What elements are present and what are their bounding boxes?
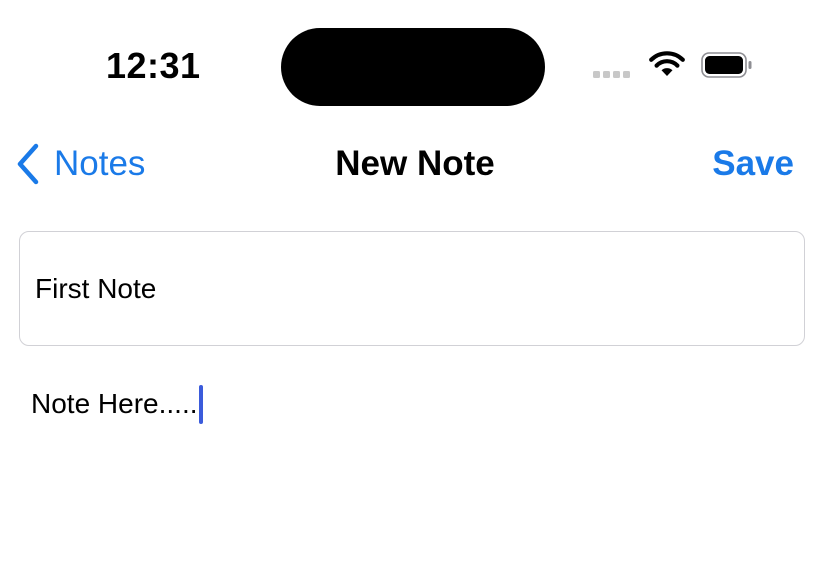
status-time: 12:31 — [106, 45, 201, 86]
chevron-left-icon — [17, 143, 39, 185]
text-cursor — [198, 384, 203, 424]
dynamic-island — [281, 28, 545, 106]
note-body-value: Note Here..... — [31, 388, 198, 419]
note-title-value: First Note — [35, 272, 157, 304]
note-title-field[interactable]: First Note — [19, 231, 805, 346]
note-body-textarea[interactable]: Note Here..... — [31, 383, 203, 425]
battery-icon — [701, 52, 752, 78]
save-button[interactable]: Save — [712, 140, 794, 188]
cellular-signal-icon — [593, 71, 630, 78]
wifi-icon — [649, 51, 685, 76]
back-button-label: Notes — [54, 144, 146, 183]
back-button[interactable]: Notes — [14, 140, 145, 188]
new-note-screen: 12:31 Notes New Note Save First Note Not… — [0, 0, 830, 562]
